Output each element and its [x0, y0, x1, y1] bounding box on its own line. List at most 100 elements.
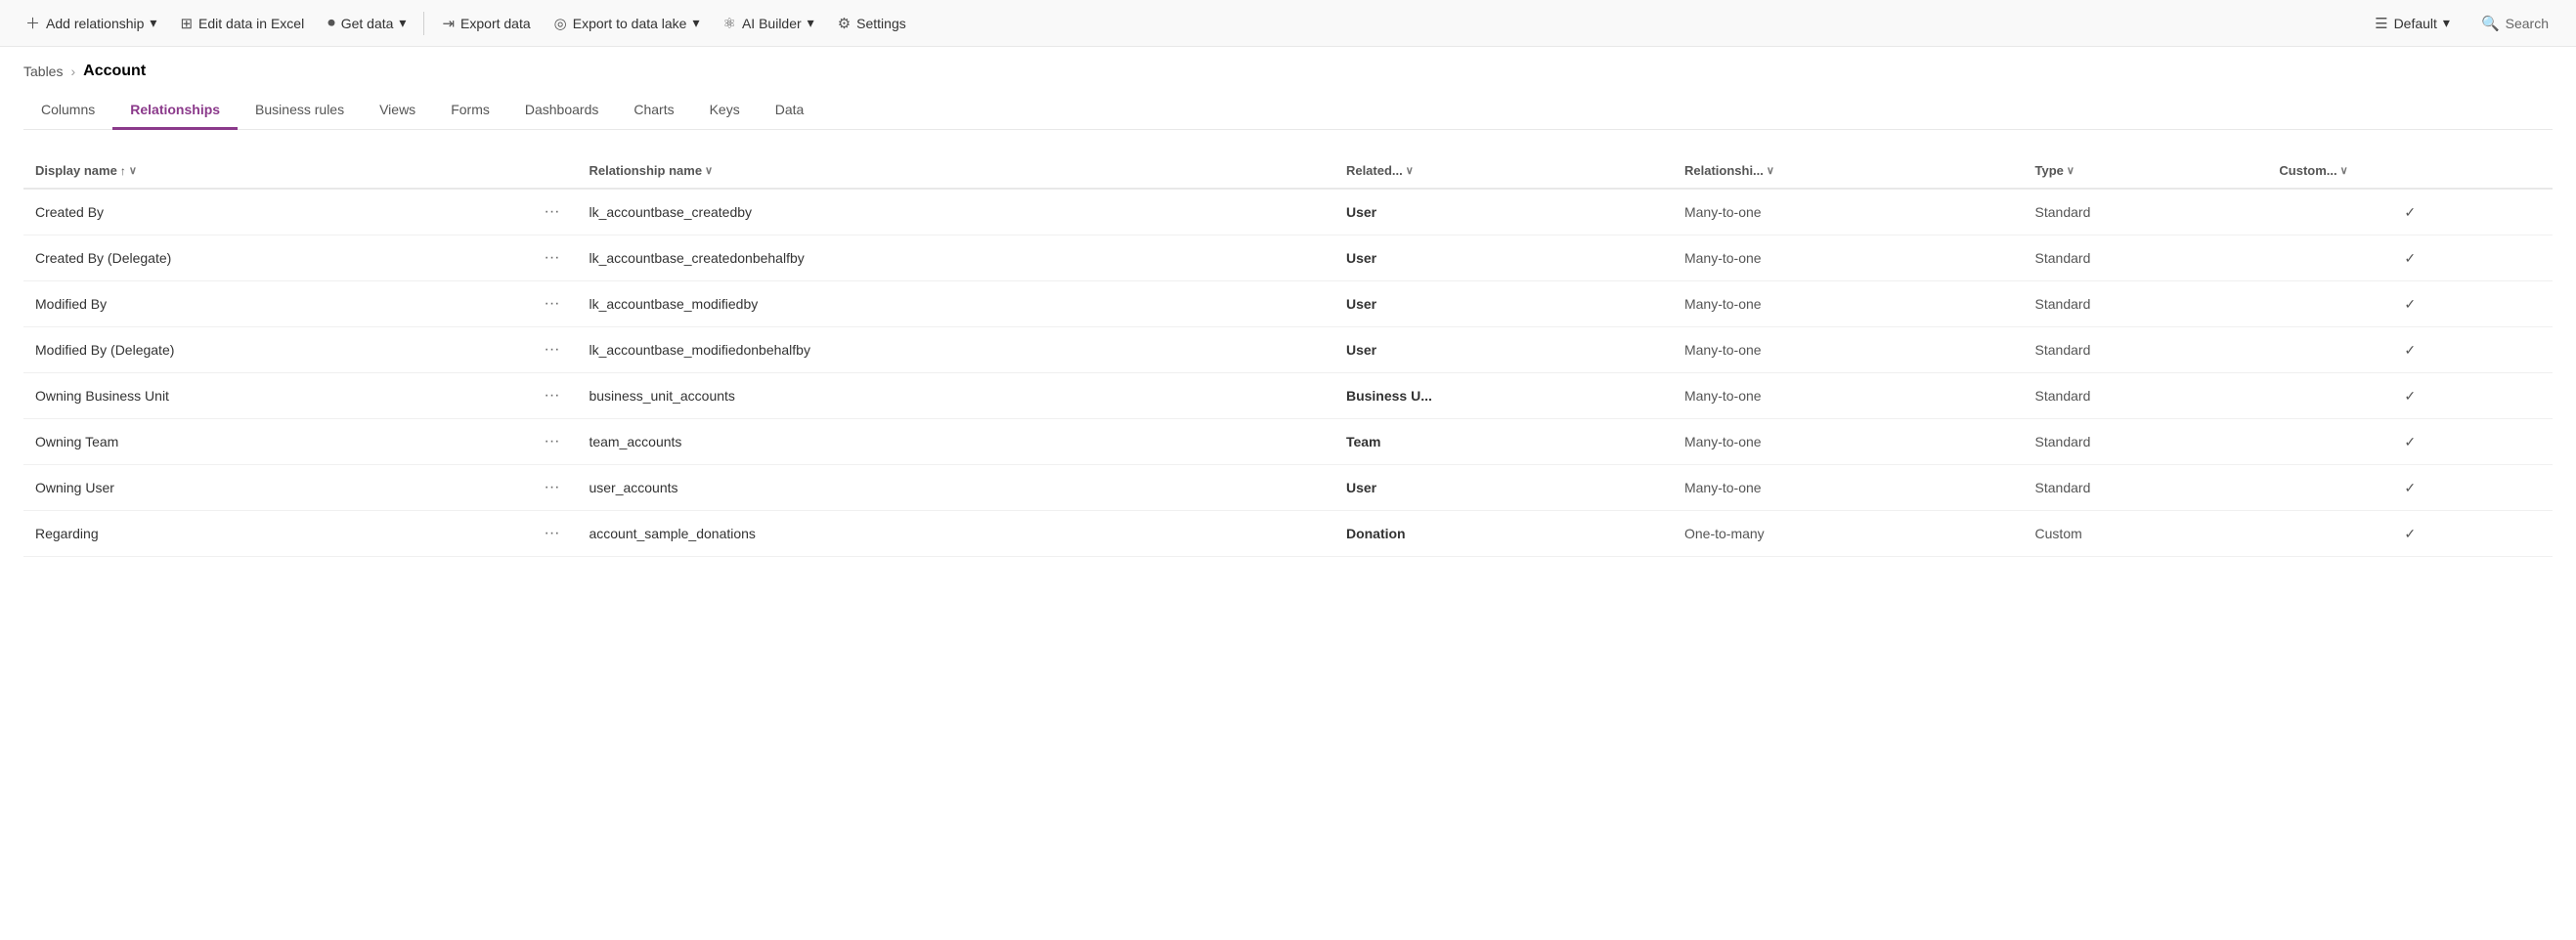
- table-row: Created By ··· lk_accountbase_createdby …: [23, 189, 2553, 235]
- check-icon: ✓: [2404, 342, 2416, 358]
- custom-sort[interactable]: Custom... ∨: [2279, 163, 2347, 178]
- cell-related: User: [1334, 465, 1673, 511]
- cell-rel-name: lk_accountbase_modifiedby: [577, 281, 1333, 327]
- col-custom[interactable]: Custom... ∨: [2267, 153, 2553, 189]
- more-options-button[interactable]: ···: [538, 385, 565, 406]
- cell-rel-type: Many-to-one: [1673, 327, 2024, 373]
- cell-related: Team: [1334, 419, 1673, 465]
- cell-more: ···: [526, 235, 577, 281]
- filter-icon: ☰: [2375, 15, 2387, 32]
- tab-columns[interactable]: Columns: [23, 92, 112, 130]
- edit-excel-label: Edit data in Excel: [198, 16, 304, 31]
- cell-rel-name: team_accounts: [577, 419, 1333, 465]
- cell-display-name: Owning Business Unit: [23, 373, 526, 419]
- table-row: Modified By (Delegate) ··· lk_accountbas…: [23, 327, 2553, 373]
- col-dots: [526, 153, 577, 189]
- tab-relationships[interactable]: Relationships: [112, 92, 238, 130]
- cell-rel-type: Many-to-one: [1673, 235, 2024, 281]
- search-button[interactable]: 🔍 Search: [2469, 9, 2560, 38]
- get-data-button[interactable]: ⏺ Get data ▾: [318, 9, 415, 37]
- toolbar: ＋ Add relationship ▾ ⊞ Edit data in Exce…: [0, 0, 2576, 47]
- cell-rel-type: Many-to-one: [1673, 373, 2024, 419]
- add-relationship-chevron: ▾: [150, 15, 156, 31]
- col-type[interactable]: Type ∨: [2024, 153, 2268, 189]
- table-row: Owning Business Unit ··· business_unit_a…: [23, 373, 2553, 419]
- rel-name-chevron: ∨: [705, 164, 713, 177]
- edit-excel-button[interactable]: ⊞ Edit data in Excel: [170, 9, 314, 38]
- export-lake-label: Export to data lake: [573, 16, 687, 31]
- more-options-button[interactable]: ···: [538, 523, 565, 544]
- table-header-row: Display name ↑ ∨ Relationship name ∨ Rel…: [23, 153, 2553, 189]
- database-icon: ⏺: [327, 15, 335, 31]
- cell-display-name: Modified By: [23, 281, 526, 327]
- cell-rel-type: Many-to-one: [1673, 419, 2024, 465]
- export-data-button[interactable]: ⇥ Export data: [432, 9, 540, 38]
- tab-views[interactable]: Views: [362, 92, 433, 130]
- ai-builder-button[interactable]: ⚛ AI Builder ▾: [714, 9, 824, 38]
- check-icon: ✓: [2404, 526, 2416, 541]
- cell-rel-name: lk_accountbase_createdonbehalfby: [577, 235, 1333, 281]
- cell-display-name: Created By (Delegate): [23, 235, 526, 281]
- cell-custom: ✓: [2267, 511, 2553, 557]
- cell-more: ···: [526, 465, 577, 511]
- cell-related: User: [1334, 281, 1673, 327]
- settings-button[interactable]: ⚙ Settings: [828, 9, 916, 38]
- get-data-chevron: ▾: [399, 15, 406, 31]
- cell-type: Standard: [2024, 189, 2268, 235]
- table-row: Owning User ··· user_accounts User Many-…: [23, 465, 2553, 511]
- tab-forms[interactable]: Forms: [433, 92, 507, 130]
- default-chevron: ▾: [2443, 15, 2450, 31]
- cell-type: Custom: [2024, 511, 2268, 557]
- breadcrumb-separator: ›: [70, 64, 75, 79]
- default-label: Default: [2394, 16, 2437, 31]
- breadcrumb-current: Account: [83, 63, 146, 80]
- cell-custom: ✓: [2267, 465, 2553, 511]
- settings-label: Settings: [856, 16, 906, 31]
- cell-related: Donation: [1334, 511, 1673, 557]
- col-display-name[interactable]: Display name ↑ ∨: [23, 153, 526, 189]
- cell-rel-type: One-to-many: [1673, 511, 2024, 557]
- related-sort[interactable]: Related... ∨: [1346, 163, 1414, 178]
- cell-rel-name: business_unit_accounts: [577, 373, 1333, 419]
- display-name-chevron: ∨: [129, 164, 137, 177]
- add-relationship-button[interactable]: ＋ Add relationship ▾: [16, 7, 166, 39]
- cell-type: Standard: [2024, 281, 2268, 327]
- tabs: Columns Relationships Business rules Vie…: [23, 92, 2553, 130]
- tab-data[interactable]: Data: [758, 92, 822, 130]
- cell-more: ···: [526, 419, 577, 465]
- add-relationship-label: Add relationship: [46, 16, 144, 31]
- table-row: Modified By ··· lk_accountbase_modifiedb…: [23, 281, 2553, 327]
- display-name-sort[interactable]: Display name ↑ ∨: [35, 163, 137, 178]
- more-options-button[interactable]: ···: [538, 477, 565, 498]
- sort-asc-icon: ↑: [120, 164, 126, 178]
- type-sort[interactable]: Type ∨: [2035, 163, 2074, 178]
- tab-business-rules[interactable]: Business rules: [238, 92, 362, 130]
- col-related[interactable]: Related... ∨: [1334, 153, 1673, 189]
- more-options-button[interactable]: ···: [538, 247, 565, 269]
- export-lake-button[interactable]: ◎ Export to data lake ▾: [545, 9, 710, 38]
- rel-type-sort[interactable]: Relationshi... ∨: [1684, 163, 1774, 178]
- cell-type: Standard: [2024, 373, 2268, 419]
- table-body: Created By ··· lk_accountbase_createdby …: [23, 189, 2553, 557]
- tab-dashboards[interactable]: Dashboards: [507, 92, 617, 130]
- cell-related: User: [1334, 235, 1673, 281]
- breadcrumb-parent[interactable]: Tables: [23, 64, 63, 79]
- col-relationship-name[interactable]: Relationship name ∨: [577, 153, 1333, 189]
- check-icon: ✓: [2404, 296, 2416, 312]
- check-icon: ✓: [2404, 388, 2416, 404]
- more-options-button[interactable]: ···: [538, 201, 565, 223]
- cell-display-name: Modified By (Delegate): [23, 327, 526, 373]
- tab-keys[interactable]: Keys: [692, 92, 758, 130]
- default-button[interactable]: ☰ Default ▾: [2363, 9, 2462, 38]
- cell-display-name: Owning User: [23, 465, 526, 511]
- cell-more: ···: [526, 327, 577, 373]
- cell-custom: ✓: [2267, 419, 2553, 465]
- more-options-button[interactable]: ···: [538, 339, 565, 361]
- cell-custom: ✓: [2267, 373, 2553, 419]
- cell-rel-type: Many-to-one: [1673, 465, 2024, 511]
- tab-charts[interactable]: Charts: [616, 92, 691, 130]
- more-options-button[interactable]: ···: [538, 293, 565, 315]
- more-options-button[interactable]: ···: [538, 431, 565, 452]
- rel-name-sort[interactable]: Relationship name ∨: [589, 163, 713, 178]
- col-rel-type[interactable]: Relationshi... ∨: [1673, 153, 2024, 189]
